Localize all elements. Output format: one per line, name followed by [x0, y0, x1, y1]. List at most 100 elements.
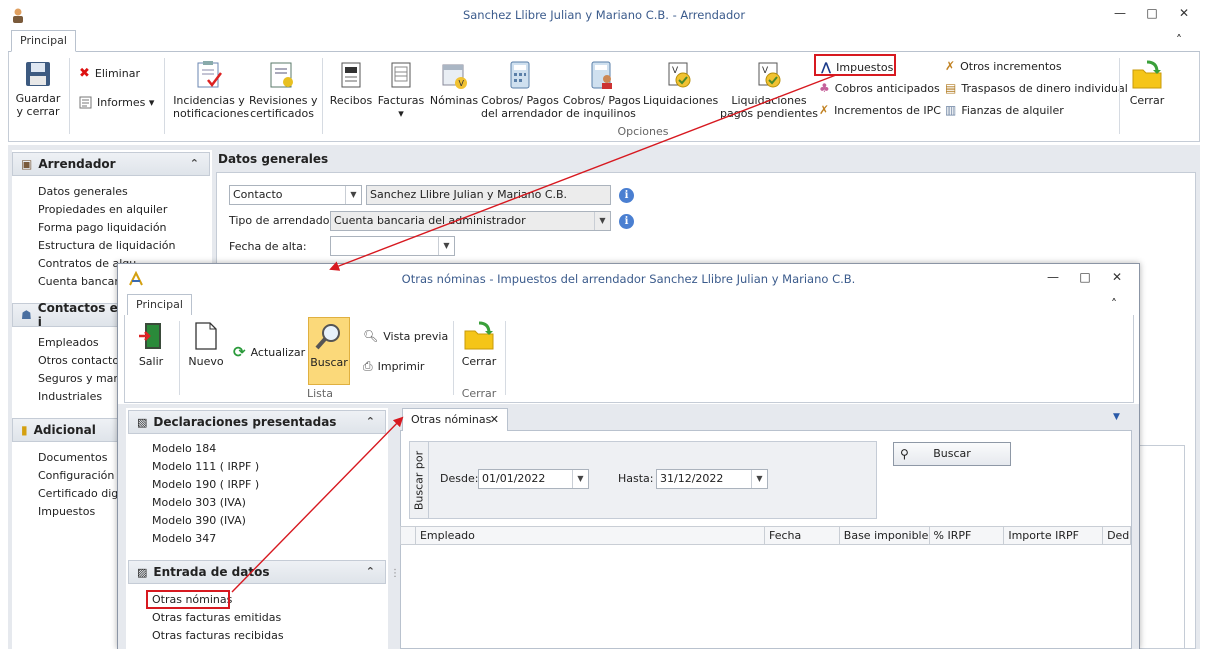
chevron-down-icon[interactable]: ▼: [751, 470, 767, 488]
preview-icon: 🔍︎: [363, 329, 379, 343]
collapse-ribbon-icon[interactable]: ˄: [1111, 297, 1117, 311]
cobros-anticipados-label: Cobros anticipados: [834, 81, 940, 95]
tab-principal[interactable]: Principal: [127, 294, 192, 316]
facturas-label: Facturas: [377, 94, 425, 107]
sidebar-item-datos-generales[interactable]: Datos generales: [38, 185, 128, 198]
hasta-date-value: 31/12/2022: [660, 472, 724, 485]
tab-list-dropdown-icon[interactable]: ▼: [1113, 412, 1120, 422]
collapse-chevron-icon[interactable]: ⌃: [190, 157, 199, 170]
chevron-down-icon[interactable]: ▼: [345, 186, 361, 204]
sidebar-item-empleados[interactable]: Empleados: [38, 336, 99, 349]
sidebar-item-estructura[interactable]: Estructura de liquidación: [38, 239, 175, 252]
incrementos-ipc-button[interactable]: ✗ Incrementos de IPC: [819, 103, 941, 117]
sidebar-item-impuestos[interactable]: Impuestos: [38, 505, 95, 518]
recibos-button[interactable]: Recibos: [327, 60, 375, 107]
main-cerrar-label: Cerrar: [1129, 94, 1165, 107]
chevron-down-icon[interactable]: ▼: [572, 470, 588, 488]
declaraciones-panel-header[interactable]: ▧ Declaraciones presentadas ⌃: [128, 410, 386, 434]
incidencias-label: Incidencias y notificaciones: [173, 94, 250, 120]
document-tab-otras-nominas[interactable]: Otras nóminas ✕: [402, 408, 508, 432]
cobros-inquilinos-button[interactable]: Cobros/ Pagos de inquilinos: [563, 60, 641, 120]
chevron-down-icon[interactable]: ▼: [438, 237, 454, 255]
sidebar-item-propiedades[interactable]: Propiedades en alquiler: [38, 203, 167, 216]
sidebar-item-documentos[interactable]: Documentos: [38, 451, 107, 464]
incidencias-button[interactable]: Incidencias y notificaciones: [173, 60, 249, 120]
ribbon-separator: [453, 321, 454, 395]
printer-icon: ⎙: [363, 359, 373, 373]
info-icon[interactable]: i: [619, 214, 634, 229]
maximize-button[interactable]: □: [1136, 6, 1168, 20]
contacto-name-field: Sanchez Llibre Julian y Mariano C.B.: [366, 185, 611, 205]
info-icon[interactable]: i: [619, 188, 634, 203]
desde-date-input[interactable]: 01/01/2022 ▼: [478, 469, 589, 489]
buscar-por-label: Buscar por: [412, 450, 426, 511]
maximize-button[interactable]: □: [1069, 270, 1101, 284]
imprimir-button[interactable]: ⎙ Imprimir: [363, 359, 424, 374]
grid-col-fecha[interactable]: Fecha: [765, 527, 840, 544]
splitter-grip-icon[interactable]: ⋮: [390, 568, 400, 579]
minimize-button[interactable]: —: [1037, 270, 1069, 284]
search-buscar-button[interactable]: ⚲ Buscar: [893, 442, 1011, 466]
close-tab-icon[interactable]: ✕: [490, 413, 499, 426]
otros-incrementos-label: Otros incrementos: [960, 59, 1062, 73]
sidebar-item-modelo-111[interactable]: Modelo 111 ( IRPF ): [152, 460, 259, 473]
sidebar-item-modelo-184[interactable]: Modelo 184: [152, 442, 216, 455]
close-button[interactable]: ✕: [1168, 6, 1200, 20]
traspasos-button[interactable]: ▤ Traspasos de dinero individual: [945, 81, 1128, 95]
contacto-select[interactable]: Contacto ▼: [229, 185, 362, 205]
grid-col-ded[interactable]: Ded: [1103, 527, 1130, 544]
cobros-arrendador-button[interactable]: Cobros/ Pagos del arrendador: [481, 60, 563, 120]
sidebar-item-industriales[interactable]: Industriales: [38, 390, 102, 403]
child-window-controls: — □ ✕: [1037, 270, 1133, 284]
grid-col-importe-irpf[interactable]: Importe IRPF: [1004, 527, 1104, 544]
entrada-title: Entrada de datos: [153, 565, 270, 579]
sidebar-item-modelo-347[interactable]: Modelo 347: [152, 532, 216, 545]
sidebar-item-modelo-190[interactable]: Modelo 190 ( IRPF ): [152, 478, 259, 491]
sidebar-item-otras-facturas-recibidas[interactable]: Otras facturas recibidas: [152, 629, 284, 642]
buscar-button[interactable]: Buscar: [308, 317, 350, 385]
tipo-arrendador-label: Tipo de arrendador:: [229, 214, 338, 227]
facturas-button[interactable]: Facturas ▾: [377, 60, 425, 120]
nuevo-button[interactable]: Nuevo: [185, 321, 227, 368]
collapse-ribbon-icon[interactable]: ˄: [1176, 33, 1182, 47]
grid-col-irpf-pct[interactable]: % IRPF: [930, 527, 1005, 544]
sidebar-item-forma-pago[interactable]: Forma pago liquidación: [38, 221, 167, 234]
minimize-button[interactable]: —: [1104, 6, 1136, 20]
hasta-date-input[interactable]: 31/12/2022 ▼: [656, 469, 768, 489]
otros-incrementos-button[interactable]: ✗ Otros incrementos: [945, 59, 1062, 73]
grid-col-empleado[interactable]: Empleado: [416, 527, 765, 544]
entrada-panel-header[interactable]: ▨ Entrada de datos ⌃: [128, 560, 386, 584]
revisiones-button[interactable]: Revisiones y certificados: [249, 60, 317, 120]
vista-previa-button[interactable]: 🔍︎ Vista previa: [363, 329, 448, 343]
nominas-button[interactable]: V Nóminas: [429, 60, 479, 107]
sidebar-item-configuracion[interactable]: Configuración: [38, 469, 114, 482]
tab-principal[interactable]: Principal: [11, 30, 76, 52]
sidebar-item-otros-contactos[interactable]: Otros contactos: [38, 354, 125, 367]
fecha-alta-input[interactable]: ▼: [330, 236, 455, 256]
grid-col-base-imponible[interactable]: Base imponible: [840, 527, 930, 544]
cobros-arrendador-label: Cobros/ Pagos del arrendador: [481, 94, 563, 120]
collapse-chevron-icon[interactable]: ⌃: [366, 415, 375, 428]
contactos-panel-header[interactable]: ☗ Contactos e i: [12, 301, 122, 329]
collapse-chevron-icon[interactable]: ⌃: [366, 565, 375, 578]
sidebar-item-modelo-303[interactable]: Modelo 303 (IVA): [152, 496, 246, 509]
informes-button[interactable]: Informes ▾: [79, 96, 154, 109]
sidebar-item-modelo-390[interactable]: Modelo 390 (IVA): [152, 514, 246, 527]
cobros-anticipados-button[interactable]: ♣ Cobros anticipados: [819, 81, 940, 95]
actualizar-button[interactable]: ⟳ Actualizar: [233, 343, 305, 361]
fianzas-button[interactable]: ▥ Fianzas de alquiler: [945, 103, 1064, 117]
arrendador-panel-header[interactable]: ▣ Arrendador ⌃: [12, 152, 210, 176]
child-cerrar-button[interactable]: Cerrar: [458, 321, 500, 368]
fecha-alta-label: Fecha de alta:: [229, 240, 307, 253]
eliminar-button[interactable]: ✖ Eliminar: [79, 66, 140, 81]
adicional-panel-header[interactable]: ▮ Adicional: [12, 418, 122, 442]
main-cerrar-button[interactable]: Cerrar: [1125, 60, 1169, 107]
salir-button[interactable]: Salir: [129, 321, 173, 368]
sidebar-item-cuenta-bancaria[interactable]: Cuenta bancaria: [38, 275, 129, 288]
guardar-button[interactable]: Guardar y cerrar: [13, 60, 63, 118]
sidebar-item-otras-facturas-emitidas[interactable]: Otras facturas emitidas: [152, 611, 281, 624]
money-transfer-icon: ▤: [945, 81, 957, 95]
close-button[interactable]: ✕: [1101, 270, 1133, 284]
liquidaciones-pendientes-button[interactable]: V Liquidaciones pagos pendientes: [719, 60, 819, 120]
liquidaciones-button[interactable]: V Liquidaciones: [643, 60, 718, 107]
